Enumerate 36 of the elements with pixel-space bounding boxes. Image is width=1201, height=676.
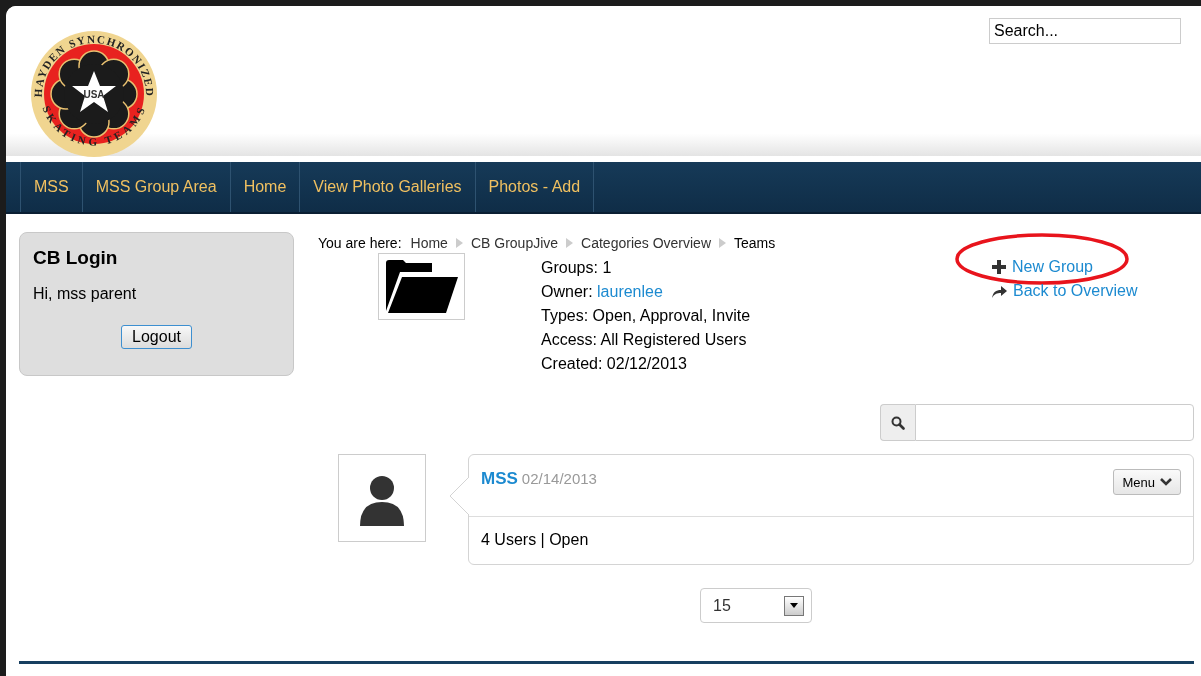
chevron-down-icon bbox=[1160, 478, 1172, 486]
nav-item[interactable]: View Photo Galleries bbox=[299, 162, 475, 212]
group-summary: 4 Users | Open bbox=[480, 530, 590, 550]
separator-icon bbox=[566, 237, 574, 248]
search-field[interactable]: Search... bbox=[989, 18, 1181, 44]
greeting-text: Hi, mss parent bbox=[33, 285, 137, 303]
detail-text: Access: All Registered Users bbox=[541, 330, 747, 350]
nav-item[interactable]: Home bbox=[229, 162, 300, 212]
breadcrumb-current: Teams bbox=[734, 234, 776, 251]
nav-item[interactable]: MSS bbox=[20, 162, 82, 212]
breadcrumb-link[interactable]: Categories Overview bbox=[581, 234, 711, 251]
page-size-select[interactable]: 15 bbox=[700, 588, 812, 623]
nav-item[interactable]: MSS Group Area bbox=[81, 162, 230, 212]
separator-icon bbox=[719, 237, 726, 248]
detail-text: Created: 02/12/2013 bbox=[541, 354, 687, 374]
panel-title: CB Login bbox=[33, 247, 118, 269]
separator-icon bbox=[455, 237, 463, 248]
detail-text: Owner: laurenlee bbox=[541, 282, 663, 302]
owner-link[interactable]: laurenlee bbox=[597, 283, 663, 300]
share-arrow-icon bbox=[992, 284, 1007, 298]
breadcrumb-link[interactable]: CB GroupJive bbox=[470, 234, 559, 251]
group-date: 02/14/2013 bbox=[521, 470, 597, 487]
plus-icon bbox=[992, 260, 1006, 274]
group-search-field[interactable] bbox=[915, 404, 1194, 441]
action-link[interactable]: Back to Overview bbox=[1013, 282, 1138, 300]
search-button[interactable] bbox=[880, 404, 915, 441]
menu-button[interactable]: Menu bbox=[1113, 469, 1181, 495]
detail-text: Types: Open, Approval, Invite bbox=[541, 306, 751, 326]
search-icon bbox=[891, 415, 905, 430]
detail-text: Groups: 1 bbox=[541, 258, 612, 278]
logout-button[interactable]: Logout bbox=[121, 325, 192, 349]
breadcrumb-label: You are here: bbox=[318, 234, 402, 251]
nav-item[interactable]: Photos - Add bbox=[474, 162, 595, 212]
action-link[interactable]: New Group bbox=[1012, 258, 1093, 276]
breadcrumb-link[interactable]: Home bbox=[410, 234, 448, 251]
group-name-link[interactable]: MSS bbox=[481, 469, 518, 488]
